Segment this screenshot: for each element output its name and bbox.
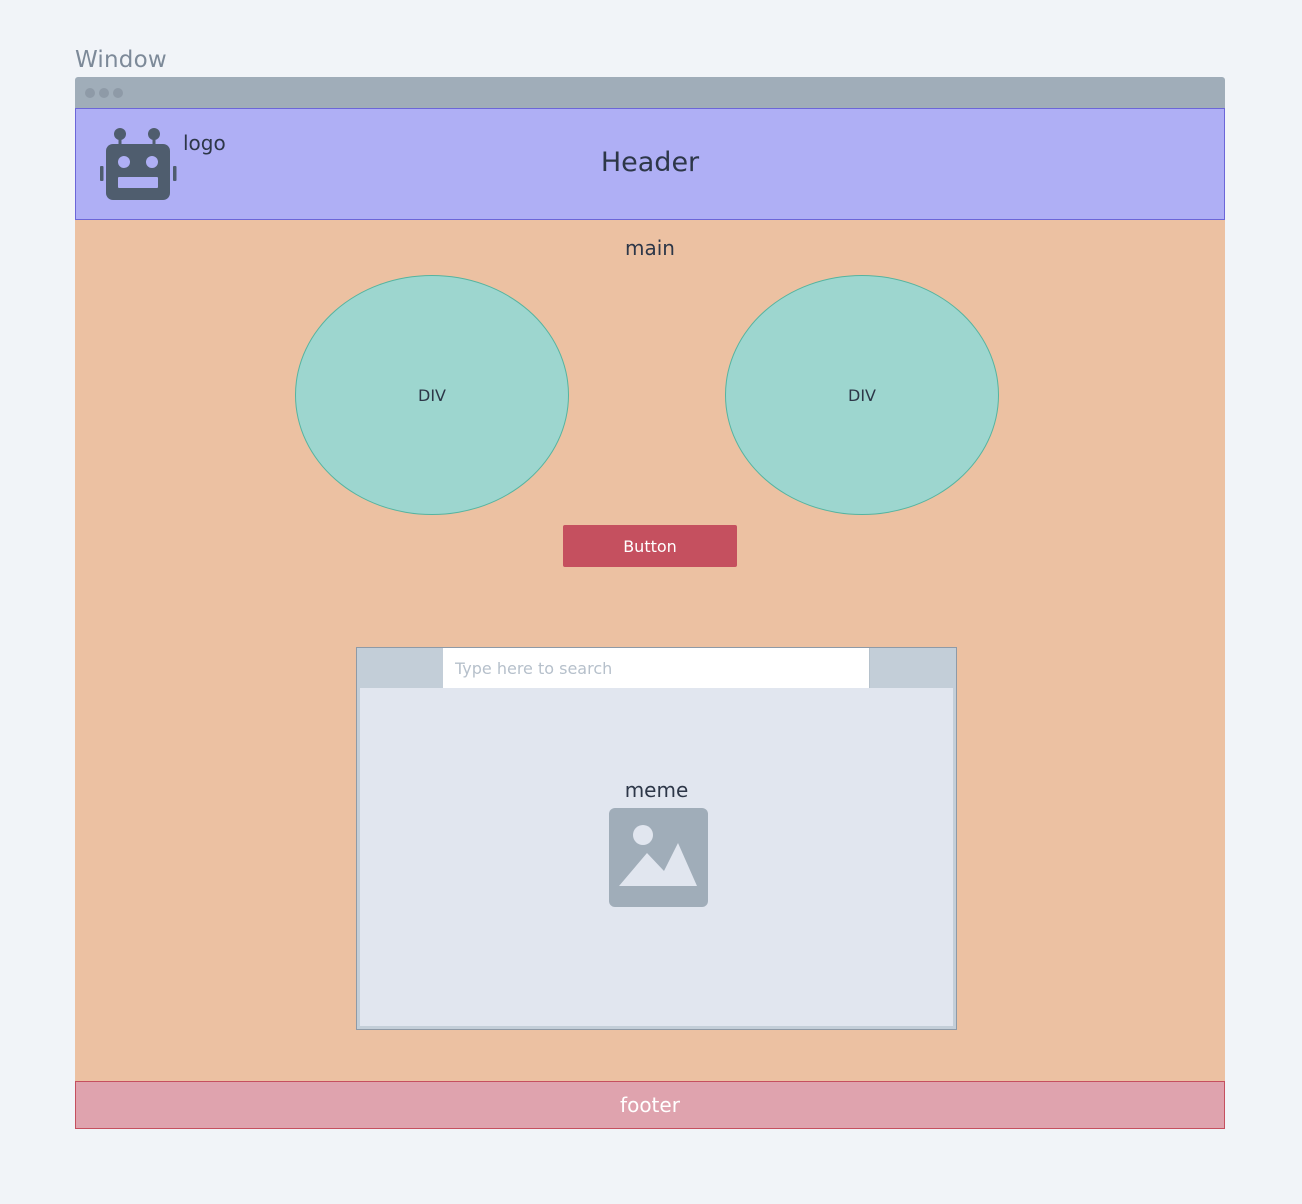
div-circle-left: DIV [295, 275, 569, 515]
window-frame: logo Header main DIV DIV Button meme [75, 77, 1225, 1129]
main-label: main [625, 236, 675, 260]
window-control-dot[interactable] [113, 88, 123, 98]
header-title: Header [600, 147, 700, 178]
div-circle-label: DIV [848, 385, 876, 405]
window-titlebar[interactable] [75, 77, 1225, 108]
window-control-dot[interactable] [99, 88, 109, 98]
footer-label: footer [620, 1093, 680, 1117]
div-circle-right: DIV [725, 275, 999, 515]
main-region: main DIV DIV Button meme [75, 220, 1225, 1081]
footer-region: footer [75, 1081, 1225, 1129]
div-circle-label: DIV [418, 385, 446, 405]
window-control-dot[interactable] [85, 88, 95, 98]
search-input[interactable] [443, 648, 870, 688]
primary-button[interactable]: Button [563, 525, 737, 567]
window-caption: Window [75, 47, 167, 73]
browser-content: meme [360, 688, 953, 1026]
meme-label: meme [624, 778, 689, 802]
canvas: Window logo Header main DIV DIV Button T… [0, 0, 1302, 1204]
browser-window: meme [356, 647, 957, 1030]
image-placeholder-icon [609, 808, 708, 907]
header-region: logo Header [75, 108, 1225, 220]
